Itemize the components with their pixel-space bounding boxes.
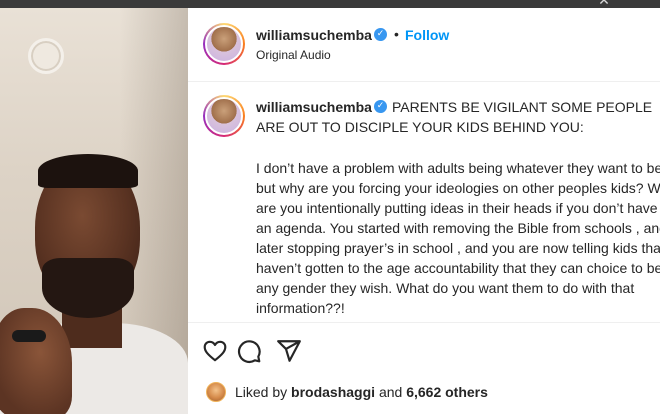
audio-link[interactable]: Original Audio (256, 48, 331, 62)
ceiling-light (28, 38, 64, 74)
comment-icon[interactable] (236, 338, 262, 364)
close-icon[interactable]: ✕ (596, 0, 612, 8)
liker-username-link[interactable]: brodashaggi (291, 384, 375, 400)
caption-body: I don’t have a problem with adults being… (256, 160, 660, 316)
avatar[interactable] (203, 23, 245, 65)
caption-avatar[interactable] (203, 95, 245, 137)
post-panel: williamsuchemba ✓ • Follow Original Audi… (188, 8, 660, 414)
ring (12, 330, 46, 342)
follow-button[interactable]: Follow (405, 27, 449, 43)
separator-dot: • (394, 26, 399, 42)
likes-joiner: and (378, 384, 403, 400)
heart-icon[interactable] (202, 338, 228, 364)
likes-text: Liked by brodashaggi and 6,662 others (235, 384, 488, 400)
verified-badge-icon: ✓ (374, 28, 387, 41)
caption-title: PARENTS BE VIGILANT SOME PEOPLE ARE OUT … (256, 99, 653, 135)
share-icon[interactable] (276, 338, 302, 364)
username-link[interactable]: williamsuchemba (256, 27, 372, 43)
likes-summary: Liked by brodashaggi and 6,662 others (206, 382, 660, 406)
reel-video[interactable] (0, 8, 188, 414)
window-top-strip: ✕ (0, 0, 660, 8)
instagram-post-viewer: ✕ williamsuchemba ✓ • Follow Original Au… (0, 0, 660, 414)
liker-avatar[interactable] (206, 382, 226, 402)
liked-by-label: Liked by (235, 384, 288, 400)
post-header: williamsuchemba ✓ • Follow Original Audi… (188, 8, 660, 82)
action-bar (202, 338, 322, 364)
post-caption: williamsuchemba ✓ PARENTS BE VIGILANT SO… (188, 83, 660, 323)
likes-count-link[interactable]: 6,662 others (406, 384, 488, 400)
